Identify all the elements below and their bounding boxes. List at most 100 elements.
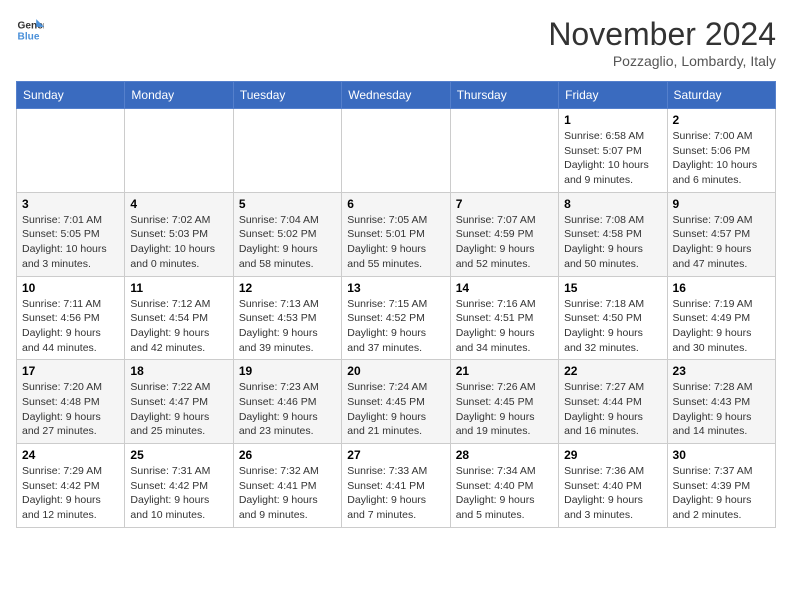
- day-info: Sunrise: 7:01 AM Sunset: 5:05 PM Dayligh…: [22, 213, 119, 272]
- day-number: 29: [564, 448, 661, 462]
- day-info: Sunrise: 7:37 AM Sunset: 4:39 PM Dayligh…: [673, 464, 770, 523]
- weekday-header-wednesday: Wednesday: [342, 82, 450, 109]
- calendar-cell: 10 Sunrise: 7:11 AM Sunset: 4:56 PM Dayli…: [17, 276, 125, 360]
- day-info: Sunrise: 7:12 AM Sunset: 4:54 PM Dayligh…: [130, 297, 227, 356]
- day-info: Sunrise: 7:16 AM Sunset: 4:51 PM Dayligh…: [456, 297, 553, 356]
- calendar-cell: [17, 109, 125, 193]
- logo-icon: General Blue: [16, 16, 44, 44]
- day-info: Sunrise: 7:31 AM Sunset: 4:42 PM Dayligh…: [130, 464, 227, 523]
- day-number: 23: [673, 364, 770, 378]
- title-area: November 2024 Pozzaglio, Lombardy, Italy: [548, 16, 776, 69]
- day-number: 28: [456, 448, 553, 462]
- calendar-row: 24 Sunrise: 7:29 AM Sunset: 4:42 PM Dayli…: [17, 444, 776, 528]
- day-info: Sunrise: 7:26 AM Sunset: 4:45 PM Dayligh…: [456, 380, 553, 439]
- calendar-cell: 7 Sunrise: 7:07 AM Sunset: 4:59 PM Daylig…: [450, 192, 558, 276]
- calendar-cell: 21Sunrise: 7:26 AM Sunset: 4:45 PM Dayli…: [450, 360, 558, 444]
- calendar-cell: 28 Sunrise: 7:34 AM Sunset: 4:40 PM Dayli…: [450, 444, 558, 528]
- calendar-cell: 25Sunrise: 7:31 AM Sunset: 4:42 PM Dayli…: [125, 444, 233, 528]
- day-number: 13: [347, 281, 444, 295]
- day-number: 30: [673, 448, 770, 462]
- calendar-cell: 3 Sunrise: 7:01 AM Sunset: 5:05 PM Daylig…: [17, 192, 125, 276]
- day-info: Sunrise: 6:58 AM Sunset: 5:07 PM Dayligh…: [564, 129, 661, 188]
- day-info: Sunrise: 7:15 AM Sunset: 4:52 PM Dayligh…: [347, 297, 444, 356]
- day-number: 5: [239, 197, 336, 211]
- calendar-row: 1 Sunrise: 6:58 AM Sunset: 5:07 PM Daylig…: [17, 109, 776, 193]
- weekday-header-thursday: Thursday: [450, 82, 558, 109]
- day-number: 8: [564, 197, 661, 211]
- day-number: 22: [564, 364, 661, 378]
- weekday-header-sunday: Sunday: [17, 82, 125, 109]
- day-info: Sunrise: 7:11 AM Sunset: 4:56 PM Dayligh…: [22, 297, 119, 356]
- day-info: Sunrise: 7:23 AM Sunset: 4:46 PM Dayligh…: [239, 380, 336, 439]
- day-info: Sunrise: 7:07 AM Sunset: 4:59 PM Dayligh…: [456, 213, 553, 272]
- day-number: 7: [456, 197, 553, 211]
- day-number: 14: [456, 281, 553, 295]
- calendar-cell: 24 Sunrise: 7:29 AM Sunset: 4:42 PM Dayli…: [17, 444, 125, 528]
- day-number: 19: [239, 364, 336, 378]
- day-number: 18: [130, 364, 227, 378]
- calendar-cell: 12 Sunrise: 7:13 AM Sunset: 4:53 PM Dayli…: [233, 276, 341, 360]
- day-info: Sunrise: 7:32 AM Sunset: 4:41 PM Dayligh…: [239, 464, 336, 523]
- calendar-cell: 5 Sunrise: 7:04 AM Sunset: 5:02 PM Daylig…: [233, 192, 341, 276]
- day-info: Sunrise: 7:00 AM Sunset: 5:06 PM Dayligh…: [673, 129, 770, 188]
- day-number: 9: [673, 197, 770, 211]
- calendar-cell: [450, 109, 558, 193]
- calendar-cell: 15Sunrise: 7:18 AM Sunset: 4:50 PM Dayli…: [559, 276, 667, 360]
- day-number: 1: [564, 113, 661, 127]
- calendar-cell: 14 Sunrise: 7:16 AM Sunset: 4:51 PM Dayli…: [450, 276, 558, 360]
- day-info: Sunrise: 7:04 AM Sunset: 5:02 PM Dayligh…: [239, 213, 336, 272]
- weekday-header-row: SundayMondayTuesdayWednesdayThursdayFrid…: [17, 82, 776, 109]
- day-number: 24: [22, 448, 119, 462]
- day-number: 3: [22, 197, 119, 211]
- calendar-cell: 30 Sunrise: 7:37 AM Sunset: 4:39 PM Dayli…: [667, 444, 775, 528]
- day-number: 10: [22, 281, 119, 295]
- day-info: Sunrise: 7:28 AM Sunset: 4:43 PM Dayligh…: [673, 380, 770, 439]
- calendar-row: 10 Sunrise: 7:11 AM Sunset: 4:56 PM Dayli…: [17, 276, 776, 360]
- page-header: General Blue November 2024 Pozzaglio, Lo…: [16, 16, 776, 69]
- calendar-cell: [342, 109, 450, 193]
- day-info: Sunrise: 7:22 AM Sunset: 4:47 PM Dayligh…: [130, 380, 227, 439]
- calendar-cell: 1 Sunrise: 6:58 AM Sunset: 5:07 PM Daylig…: [559, 109, 667, 193]
- calendar-cell: 16Sunrise: 7:19 AM Sunset: 4:49 PM Dayli…: [667, 276, 775, 360]
- weekday-header-friday: Friday: [559, 82, 667, 109]
- calendar-cell: 2Sunrise: 7:00 AM Sunset: 5:06 PM Daylig…: [667, 109, 775, 193]
- day-info: Sunrise: 7:20 AM Sunset: 4:48 PM Dayligh…: [22, 380, 119, 439]
- day-number: 15: [564, 281, 661, 295]
- calendar-row: 17 Sunrise: 7:20 AM Sunset: 4:48 PM Dayli…: [17, 360, 776, 444]
- day-info: Sunrise: 7:24 AM Sunset: 4:45 PM Dayligh…: [347, 380, 444, 439]
- day-number: 26: [239, 448, 336, 462]
- day-info: Sunrise: 7:02 AM Sunset: 5:03 PM Dayligh…: [130, 213, 227, 272]
- calendar-cell: 4Sunrise: 7:02 AM Sunset: 5:03 PM Daylig…: [125, 192, 233, 276]
- location: Pozzaglio, Lombardy, Italy: [548, 53, 776, 69]
- calendar-cell: 18 Sunrise: 7:22 AM Sunset: 4:47 PM Dayli…: [125, 360, 233, 444]
- weekday-header-saturday: Saturday: [667, 82, 775, 109]
- day-info: Sunrise: 7:27 AM Sunset: 4:44 PM Dayligh…: [564, 380, 661, 439]
- month-title: November 2024: [548, 16, 776, 53]
- day-info: Sunrise: 7:05 AM Sunset: 5:01 PM Dayligh…: [347, 213, 444, 272]
- logo: General Blue: [16, 16, 44, 44]
- day-info: Sunrise: 7:36 AM Sunset: 4:40 PM Dayligh…: [564, 464, 661, 523]
- day-number: 16: [673, 281, 770, 295]
- calendar-cell: 6 Sunrise: 7:05 AM Sunset: 5:01 PM Daylig…: [342, 192, 450, 276]
- weekday-header-monday: Monday: [125, 82, 233, 109]
- calendar-cell: [125, 109, 233, 193]
- calendar-cell: 13 Sunrise: 7:15 AM Sunset: 4:52 PM Dayli…: [342, 276, 450, 360]
- day-number: 12: [239, 281, 336, 295]
- day-info: Sunrise: 7:34 AM Sunset: 4:40 PM Dayligh…: [456, 464, 553, 523]
- day-info: Sunrise: 7:13 AM Sunset: 4:53 PM Dayligh…: [239, 297, 336, 356]
- day-info: Sunrise: 7:08 AM Sunset: 4:58 PM Dayligh…: [564, 213, 661, 272]
- calendar-cell: 27Sunrise: 7:33 AM Sunset: 4:41 PM Dayli…: [342, 444, 450, 528]
- calendar-cell: 17 Sunrise: 7:20 AM Sunset: 4:48 PM Dayli…: [17, 360, 125, 444]
- day-number: 11: [130, 281, 227, 295]
- weekday-header-tuesday: Tuesday: [233, 82, 341, 109]
- calendar-row: 3 Sunrise: 7:01 AM Sunset: 5:05 PM Daylig…: [17, 192, 776, 276]
- calendar-cell: 9 Sunrise: 7:09 AM Sunset: 4:57 PM Daylig…: [667, 192, 775, 276]
- day-number: 17: [22, 364, 119, 378]
- day-number: 6: [347, 197, 444, 211]
- calendar-table: SundayMondayTuesdayWednesdayThursdayFrid…: [16, 81, 776, 528]
- calendar-cell: 22 Sunrise: 7:27 AM Sunset: 4:44 PM Dayli…: [559, 360, 667, 444]
- calendar-cell: 26 Sunrise: 7:32 AM Sunset: 4:41 PM Dayli…: [233, 444, 341, 528]
- day-info: Sunrise: 7:29 AM Sunset: 4:42 PM Dayligh…: [22, 464, 119, 523]
- day-info: Sunrise: 7:09 AM Sunset: 4:57 PM Dayligh…: [673, 213, 770, 272]
- calendar-cell: 29 Sunrise: 7:36 AM Sunset: 4:40 PM Dayli…: [559, 444, 667, 528]
